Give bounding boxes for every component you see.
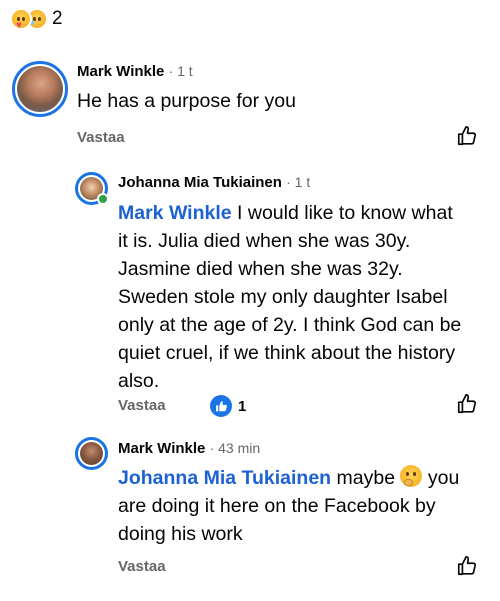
avatar-mark-winkle[interactable] bbox=[75, 437, 108, 470]
reaction-count: 2 bbox=[52, 8, 63, 29]
like-icon[interactable] bbox=[456, 125, 478, 147]
avatar-mark-winkle[interactable] bbox=[12, 61, 68, 117]
reply-author[interactable]: Johanna Mia Tukiainen · 1 t bbox=[118, 174, 310, 191]
mention-link[interactable]: Mark Winkle bbox=[118, 202, 232, 224]
care-emoji-icon: ♥ bbox=[10, 8, 32, 31]
mention-link[interactable]: Johanna Mia Tukiainen bbox=[118, 467, 331, 489]
reply-button[interactable]: Vastaa bbox=[77, 129, 125, 146]
reply-time: · 43 min bbox=[209, 440, 261, 456]
reply-author[interactable]: Mark Winkle · 43 min bbox=[118, 440, 260, 457]
reaction-badge[interactable]: 1 bbox=[210, 395, 246, 417]
like-icon[interactable] bbox=[456, 393, 478, 415]
reply-button[interactable]: Vastaa bbox=[118, 397, 166, 414]
reply-button[interactable]: Vastaa bbox=[118, 558, 166, 575]
post-reaction-summary[interactable]: ♥ 2 bbox=[10, 8, 63, 31]
thumbs-up-icon bbox=[210, 395, 232, 417]
reaction-count: 1 bbox=[238, 397, 247, 415]
comment-author[interactable]: Mark Winkle · 1 t bbox=[77, 63, 193, 80]
reply-text: Mark Winkle I would like to know what it… bbox=[118, 202, 462, 392]
thinking-emoji-icon bbox=[400, 465, 423, 487]
reply-text: Johanna Mia Tukiainen maybe you are doin… bbox=[118, 465, 460, 545]
like-icon[interactable] bbox=[456, 555, 478, 577]
comment-time: · 1 t bbox=[168, 63, 193, 79]
reply-time: · 1 t bbox=[286, 174, 311, 190]
online-status-dot bbox=[97, 193, 109, 205]
comment-text: He has a purpose for you bbox=[77, 90, 296, 112]
